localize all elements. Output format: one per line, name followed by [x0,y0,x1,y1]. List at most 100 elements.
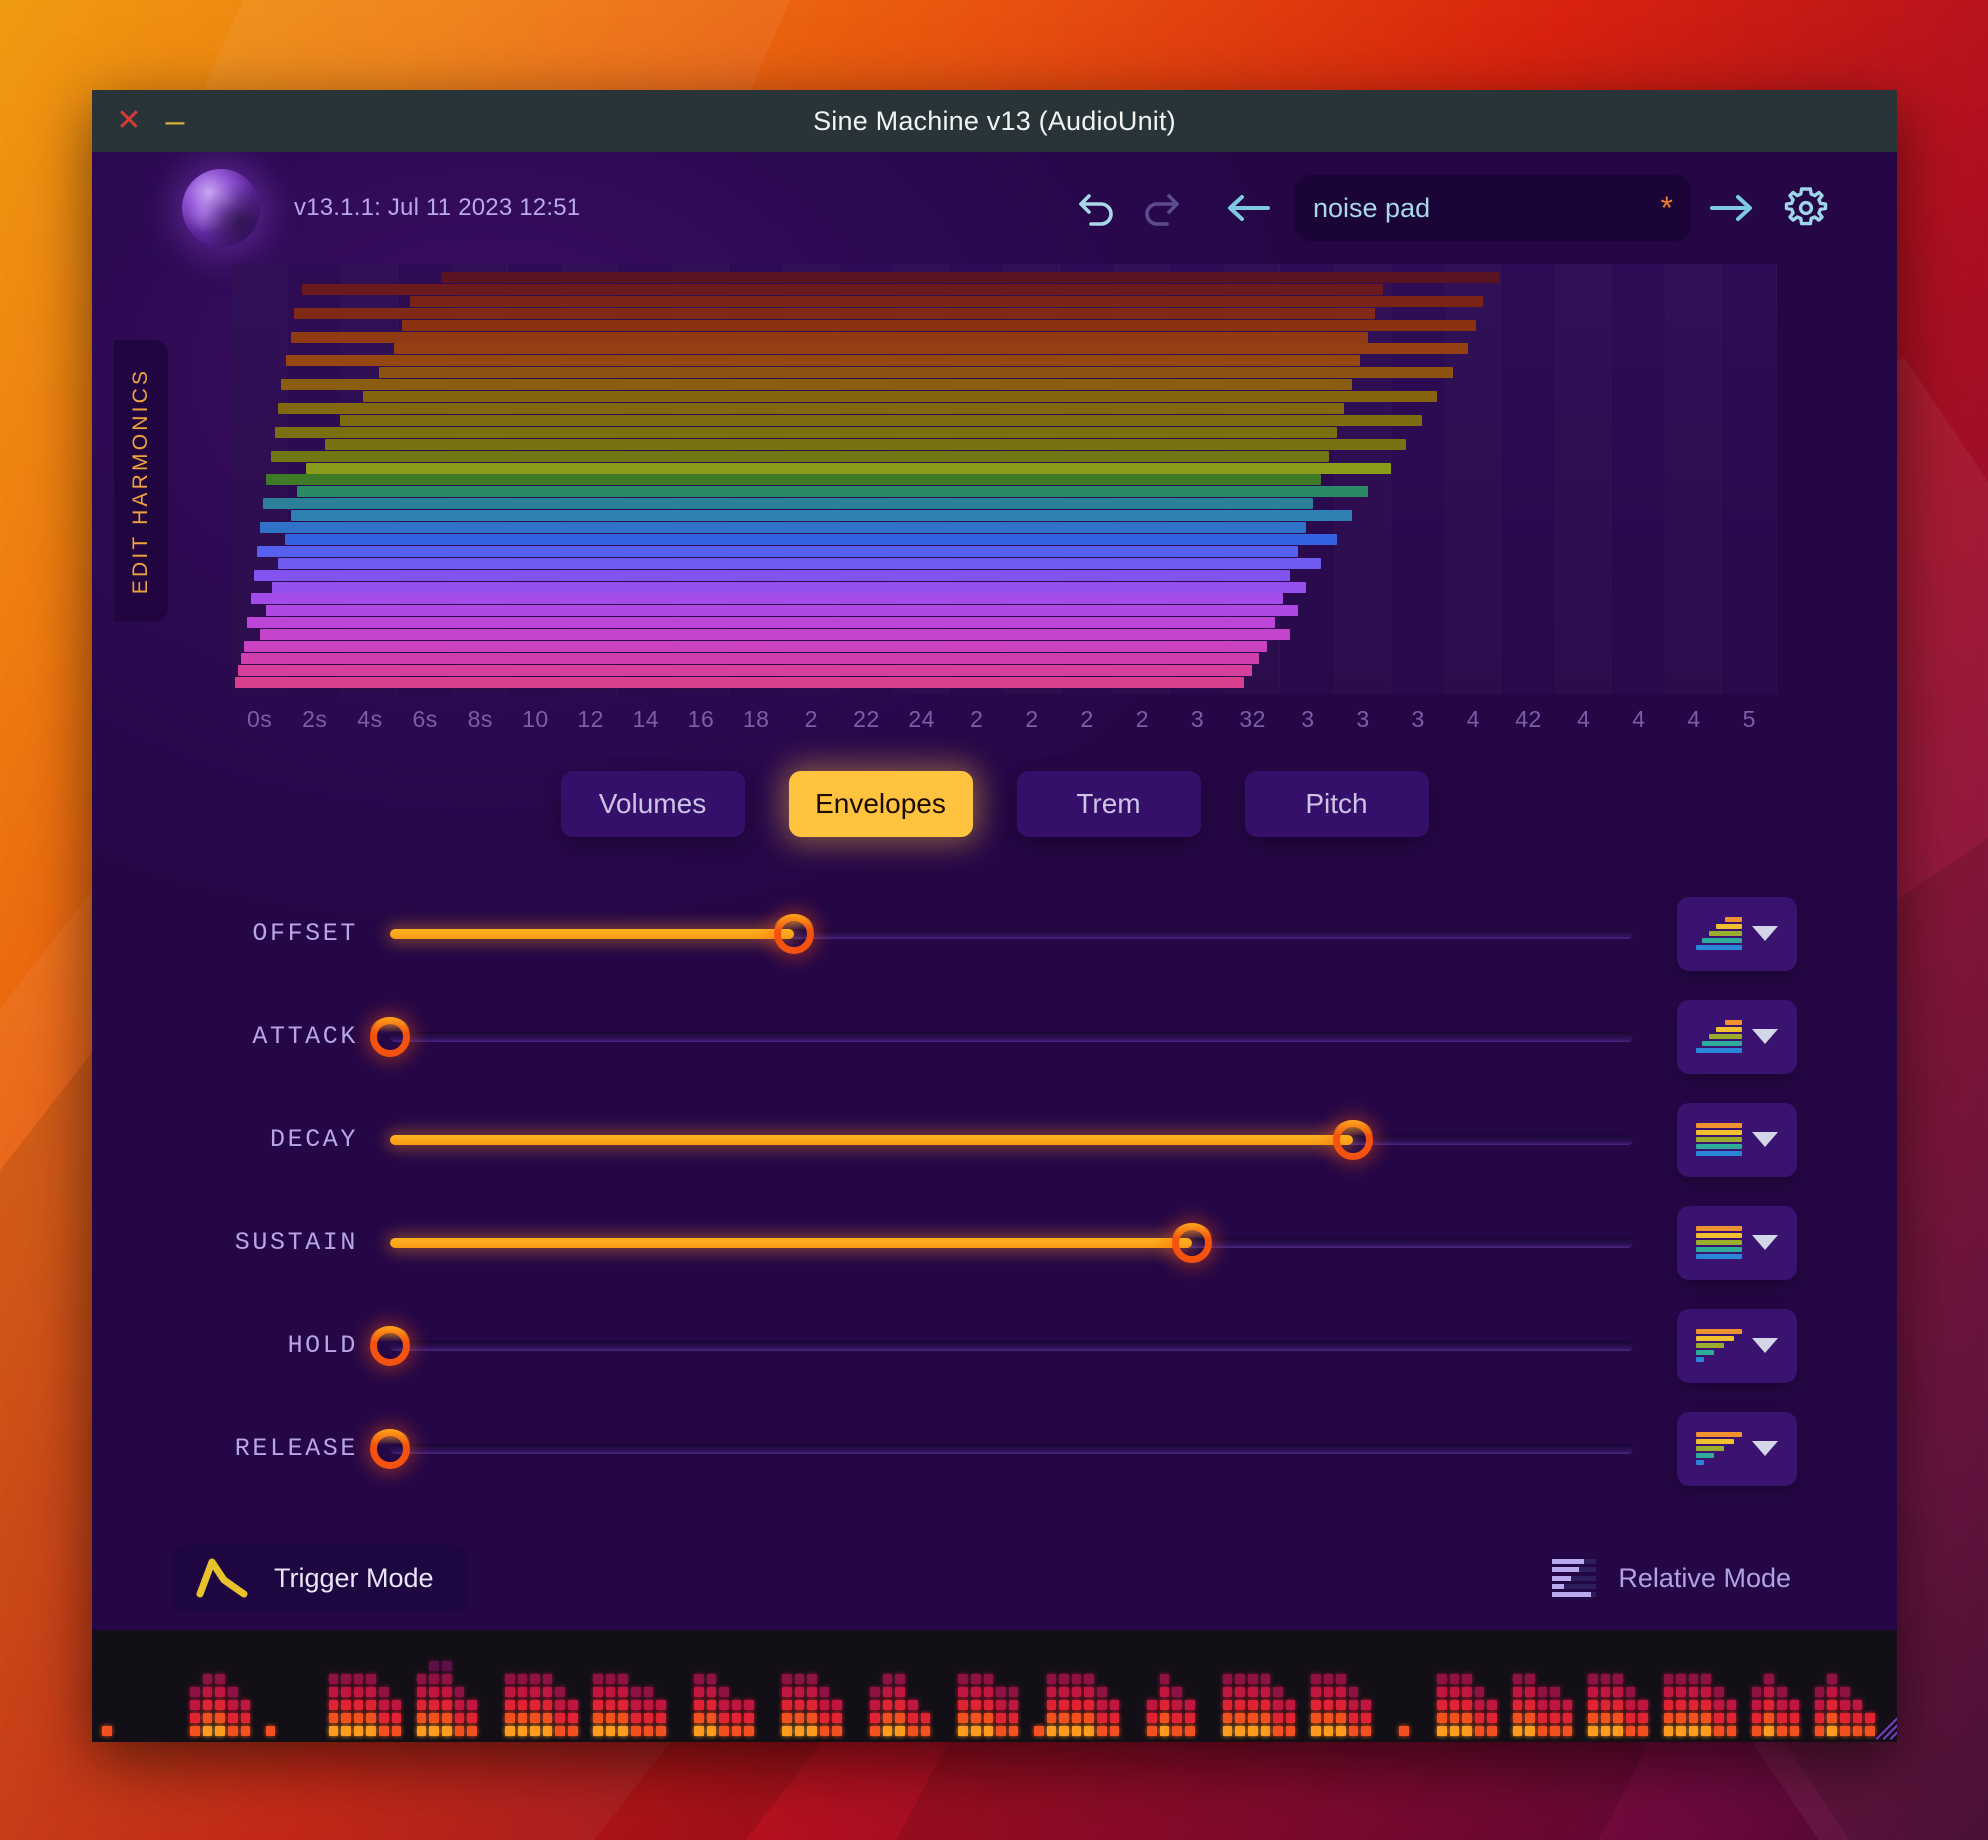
spectrum-column [1688,1636,1699,1736]
harmonic-row[interactable] [232,426,1777,438]
harmonic-row[interactable] [232,629,1777,641]
redo-icon[interactable] [1129,177,1191,239]
slider-handle[interactable] [370,1428,410,1469]
harmonic-bar [265,605,1299,617]
harmonic-row[interactable] [232,272,1777,283]
spectrum-cell [669,1700,679,1710]
slider-handle[interactable] [773,913,814,954]
harmonic-row[interactable] [232,331,1777,343]
slider-attack[interactable] [370,1008,1633,1066]
harmonic-row[interactable] [232,462,1777,474]
harmonic-row[interactable] [232,391,1777,403]
tab-envelopes[interactable]: Envelopes [788,771,973,837]
shape-select-offset[interactable] [1677,896,1797,971]
spectrum-cell [769,1648,779,1658]
tab-volumes[interactable]: Volumes [560,771,745,837]
slider-handle[interactable] [1333,1119,1374,1160]
spectrum-cell [329,1648,339,1658]
harmonic-row[interactable] [232,581,1777,593]
harmonic-row[interactable] [232,486,1777,498]
spectrum-cell [908,1648,918,1658]
spectrum-cell [1853,1687,1863,1697]
slider-handle[interactable] [370,1325,410,1366]
spectrum-cell [1751,1687,1762,1697]
next-preset-icon[interactable] [1701,177,1763,239]
slider-handle[interactable] [370,1016,410,1057]
spectrum-cell [517,1713,528,1723]
slider-decay[interactable] [390,1111,1633,1169]
spectrum-cell [1714,1700,1724,1710]
preset-name-field[interactable]: noise pad * [1295,175,1691,241]
spectrum-column [870,1636,880,1736]
slider-hold[interactable] [370,1317,1633,1375]
harmonic-row[interactable] [232,319,1777,331]
spectrum-column [1361,1636,1371,1736]
spectrum-cell [152,1700,162,1710]
harmonic-row[interactable] [232,569,1777,581]
gear-icon[interactable] [1775,177,1837,239]
spectrum-cell [1739,1726,1749,1736]
spectrum-cell [1034,1700,1044,1710]
harmonic-row[interactable] [232,402,1777,414]
spectrum-cell [581,1687,591,1697]
edit-harmonics-tab[interactable]: EDIT HARMONICS [114,340,168,622]
harmonic-row[interactable] [232,343,1777,355]
app-logo-icon [182,169,260,247]
harmonic-row[interactable] [232,450,1777,462]
harmonic-row[interactable] [232,664,1777,676]
spectrum-cell [681,1687,691,1697]
spectrum-cell [1222,1713,1233,1723]
harmonic-row[interactable] [232,295,1777,307]
harmonic-row[interactable] [232,307,1777,319]
harmonic-row[interactable] [232,522,1777,534]
harmonic-row[interactable] [232,474,1777,486]
harmonic-row[interactable] [232,545,1777,557]
harmonics-plot[interactable] [232,264,1777,694]
harmonic-row[interactable] [232,510,1777,522]
spectrum-cell [467,1661,477,1671]
close-icon[interactable]: ✕ [108,100,150,142]
spectrum-cell [946,1687,956,1697]
minimize-icon[interactable]: – [154,100,196,142]
spectrum-cell [1348,1687,1359,1697]
slider-handle[interactable] [1171,1222,1212,1263]
prev-preset-icon[interactable] [1217,177,1279,239]
harmonic-row[interactable] [232,283,1777,295]
slider-release[interactable] [370,1420,1633,1478]
shape-select-decay[interactable] [1677,1102,1797,1177]
harmonic-row[interactable] [232,367,1777,379]
spectrum-cell [266,1687,276,1697]
slider-offset[interactable] [390,905,1633,963]
harmonic-row[interactable] [232,498,1777,510]
spectrum-column [1298,1636,1308,1736]
harmonic-row[interactable] [232,438,1777,450]
tab-pitch[interactable]: Pitch [1244,771,1429,837]
spectrum-cell [1084,1726,1094,1736]
spectrum-cell [530,1661,540,1671]
harmonic-row[interactable] [232,533,1777,545]
harmonic-row[interactable] [232,641,1777,653]
harmonic-row[interactable] [232,676,1777,688]
harmonic-row[interactable] [232,593,1777,605]
harmonic-row[interactable] [232,557,1777,569]
shape-select-sustain[interactable] [1677,1205,1797,1280]
harmonic-row[interactable] [232,379,1777,391]
harmonic-row[interactable] [232,617,1777,629]
harmonic-row[interactable] [232,605,1777,617]
tab-trem[interactable]: Trem [1016,771,1201,837]
slider-sustain[interactable] [390,1214,1633,1272]
spectrum-cell [1210,1700,1220,1710]
spectrum-cell [1110,1687,1120,1697]
shape-icon-bar [1724,1020,1742,1025]
trigger-mode-button[interactable]: Trigger Mode [172,1545,468,1611]
shape-select-release[interactable] [1677,1411,1797,1486]
shape-select-hold[interactable] [1677,1308,1797,1383]
undo-icon[interactable] [1067,177,1129,239]
spectrum-cell [1059,1661,1069,1671]
spectrum-cell [1688,1700,1699,1710]
harmonic-row[interactable] [232,414,1777,426]
shape-select-attack[interactable] [1677,999,1797,1074]
harmonic-row[interactable] [232,355,1777,367]
harmonic-row[interactable] [232,653,1777,664]
relative-mode-button[interactable]: Relative Mode [1542,1545,1801,1611]
